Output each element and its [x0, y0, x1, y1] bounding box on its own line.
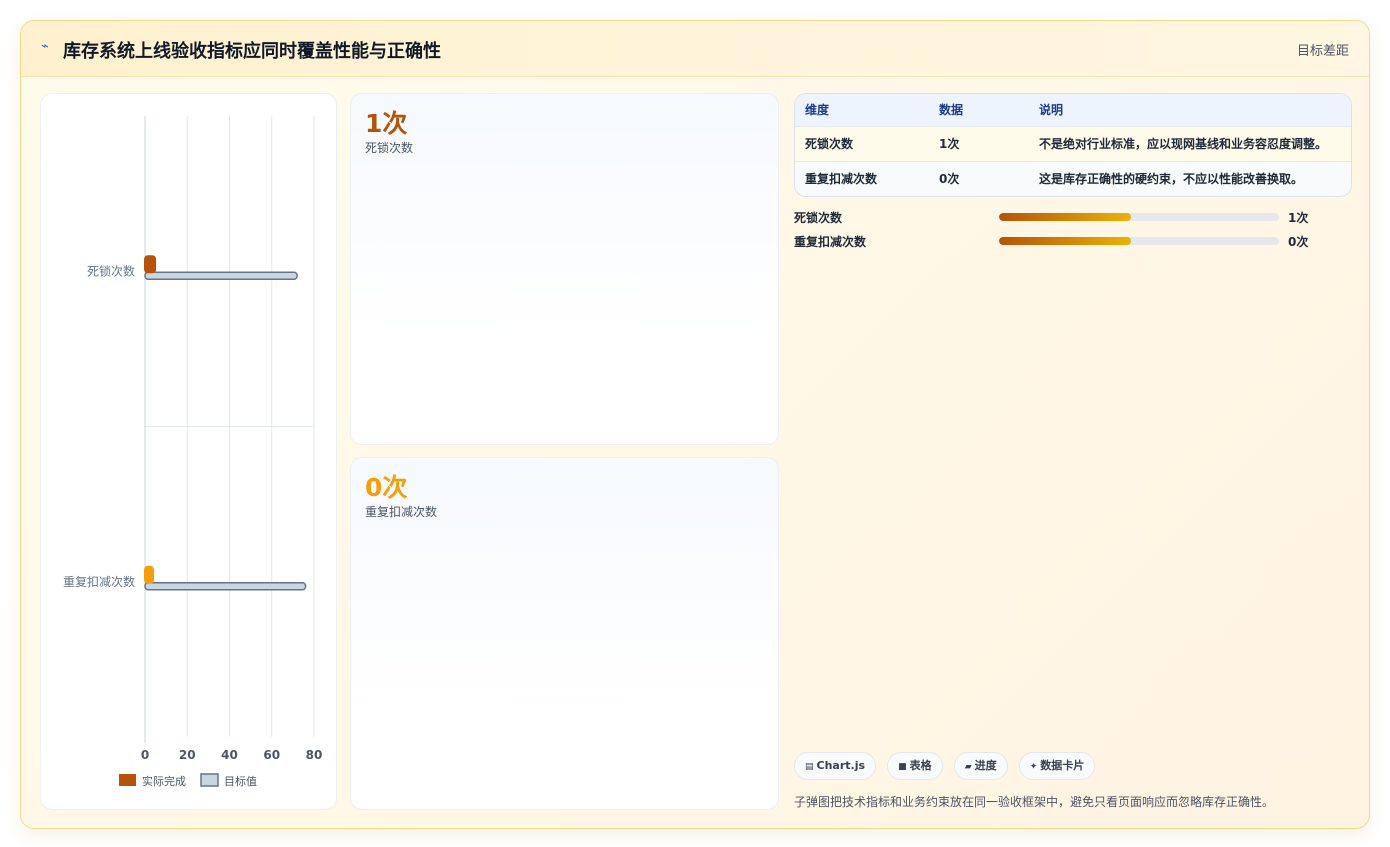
bullet-chart-card: 0 20 40 60 80 死锁次数重复扣减次数实际完成 目标值	[40, 93, 337, 810]
chip-label: 数据卡片	[1040, 759, 1085, 772]
table-header: 数据	[939, 103, 964, 118]
progress-label: 重复扣减次数	[794, 235, 867, 249]
chip-data-card[interactable]: ✦ 数据卡片	[1018, 752, 1096, 780]
table-header-row: 维度 数据 说明	[795, 94, 1351, 126]
table-header: 说明	[1039, 103, 1064, 118]
dashboard-panel: ⌁ 库存系统上线验收指标应同时覆盖性能与正确性 目标差距 0 20 40 60 80 死锁…	[20, 20, 1370, 829]
sparkle-icon: ✦	[1029, 762, 1038, 772]
progress-value: 0次	[1288, 235, 1309, 249]
actual-bar	[144, 255, 157, 274]
footnote: 子弹图把技术指标和业务约束放在同一验收框架中，避免只看页面响应而忽略库存正确性。	[794, 795, 1275, 809]
table-cell: 重复扣减次数	[805, 172, 878, 187]
x-tick-label: 20	[179, 748, 196, 762]
progress-fill	[999, 237, 1131, 245]
chip-progress[interactable]: ▰ 进度	[953, 752, 1008, 780]
x-tick-label: 0	[141, 748, 149, 762]
progress-icon: ▰	[964, 762, 972, 772]
panel-header: ⌁ 库存系统上线验收指标应同时覆盖性能与正确性 目标差距	[21, 21, 1369, 77]
progress-row-duplicate-deduction: 重复扣减次数 0次	[794, 233, 1354, 249]
table-row: 重复扣减次数 0次 这是库存正确性的硬约束，不应以性能改善换取。	[795, 161, 1351, 196]
progress-row-deadlock: 死锁次数 1次	[794, 209, 1354, 225]
chip-label: 进度	[974, 759, 997, 772]
chip-chartjs[interactable]: ▤ Chart.js	[794, 752, 877, 780]
progress-label: 死锁次数	[794, 211, 843, 225]
x-tick-label: 60	[263, 748, 280, 762]
table-row: 死锁次数 1次 不是绝对行业标准，应以现网基线和业务容忍度调整。	[795, 126, 1351, 161]
y-category-label: 重复扣减次数	[63, 574, 135, 589]
progress-fill	[999, 213, 1131, 221]
actual-bar	[144, 565, 154, 584]
chart-icon: ▤	[805, 762, 814, 772]
y-category-label: 死锁次数	[87, 263, 135, 278]
metrics-table: 维度 数据 说明 死锁次数 1次 不是绝对行业标准，应以现网基线和业务容忍度调整…	[794, 93, 1352, 197]
kpi-card-deadlock: 1次 死锁次数	[350, 93, 779, 445]
table-icon: ■	[898, 762, 907, 772]
legend-swatch-target	[200, 773, 219, 787]
target-bar	[144, 582, 307, 591]
chip-table[interactable]: ■ 表格	[887, 752, 943, 780]
bullet-chart: 0 20 40 60 80 死锁次数重复扣减次数实际完成 目标值	[63, 116, 323, 788]
kpi-label: 死锁次数	[365, 141, 414, 155]
chip-label: Chart.js	[816, 759, 866, 772]
table-cell: 这是库存正确性的硬约束，不应以性能改善换取。	[1039, 172, 1304, 187]
kpi-value: 0次	[365, 473, 408, 502]
target-bar	[144, 271, 298, 280]
progress-track	[999, 237, 1279, 245]
legend-swatch-actual	[119, 774, 136, 786]
panel-title: 库存系统上线验收指标应同时覆盖性能与正确性	[63, 41, 441, 62]
table-cell: 0次	[939, 172, 960, 187]
chip-label: 表格	[909, 759, 932, 772]
progress-track	[999, 213, 1279, 221]
kpi-value: 1次	[365, 109, 408, 138]
header-right-label: 目标差距	[1296, 44, 1349, 59]
pulse-icon: ⌁	[41, 39, 49, 54]
progress-value: 1次	[1288, 211, 1309, 225]
legend-label-target: 目标值	[224, 774, 257, 788]
x-tick-label: 40	[221, 748, 238, 762]
table-header: 维度	[805, 103, 830, 118]
kpi-card-duplicate-deduction: 0次 重复扣减次数	[350, 457, 779, 810]
table-cell: 死锁次数	[805, 137, 854, 151]
table-cell: 1次	[939, 137, 960, 151]
table-cell: 不是绝对行业标准，应以现网基线和业务容忍度调整。	[1039, 137, 1328, 151]
chip-row: ▤ Chart.js ■ 表格 ▰ 进度 ✦ 数据卡片	[794, 752, 1101, 780]
x-tick-label: 80	[306, 748, 323, 762]
legend-label-actual: 实际完成	[142, 774, 186, 788]
kpi-label: 重复扣减次数	[365, 505, 438, 519]
